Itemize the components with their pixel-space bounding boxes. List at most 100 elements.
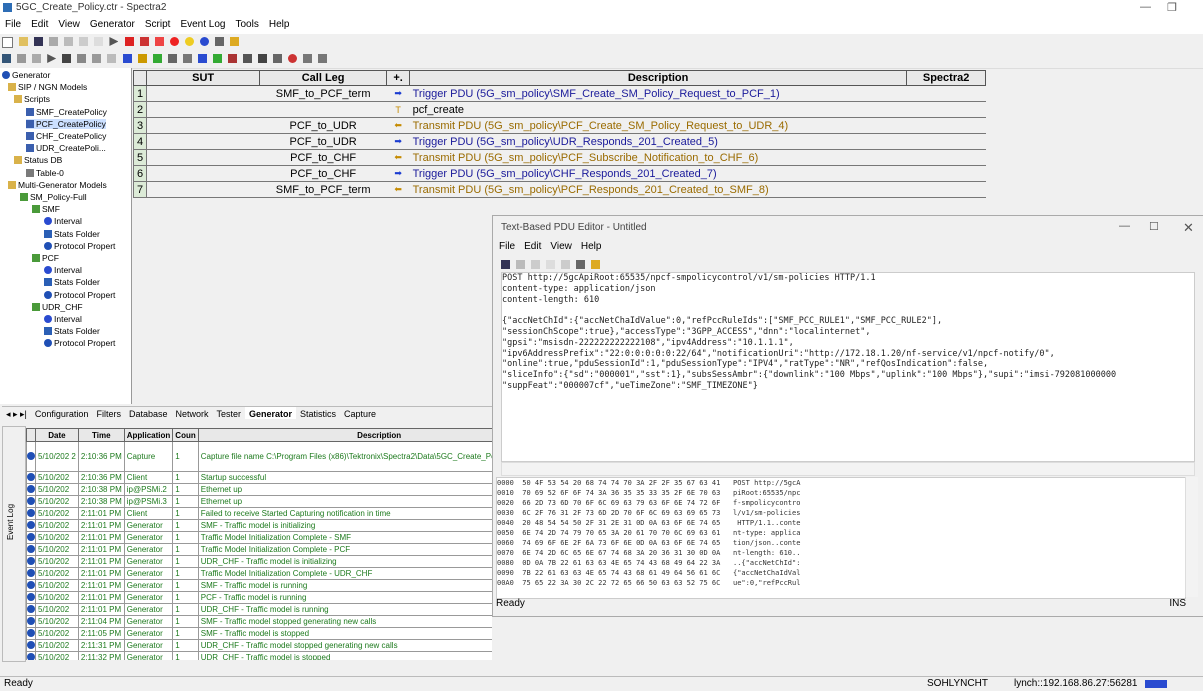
tree-item[interactable]: Multi-Generator Models (8, 180, 107, 190)
tree-item[interactable]: Protocol Propert (44, 290, 115, 300)
log-row[interactable]: 5/10/202 2:11:04 PM Generator 1 SMF - Traffi… (26, 615, 492, 628)
script-tool-icon-10[interactable] (212, 54, 222, 63)
script-tool-icon-15[interactable] (303, 54, 313, 63)
script-tool-icon-9[interactable] (197, 54, 207, 63)
script-tool-icon-6[interactable] (107, 54, 117, 63)
pdu-text-editor[interactable]: POST http://5gcApiRoot:65535/npcf-smpoli… (501, 272, 1195, 462)
tree-item[interactable]: UDR_CreatePoli... (26, 143, 106, 153)
pdu-menu-file[interactable]: File (499, 241, 515, 252)
paste-icon[interactable] (79, 37, 89, 46)
log-row[interactable]: 5/10/202 2:11:01 PM Generator 1 Traffic Mode… (26, 531, 492, 544)
menu-help[interactable]: Help (264, 17, 295, 30)
tree-item[interactable]: Stats Folder (44, 229, 100, 239)
call-row[interactable]: 1 SMF_to_PCF_term ➡ Trigger PDU (5G_sm_poli… (132, 85, 986, 102)
menu-tools[interactable]: Tools (231, 17, 264, 30)
tree-item[interactable]: Protocol Propert (44, 338, 115, 348)
pdu-help-icon[interactable] (591, 260, 601, 269)
script-tool-icon-7[interactable] (167, 54, 177, 63)
script-tool-icon-12[interactable] (243, 54, 252, 63)
log-row[interactable]: 5/10/202 2:11:01 PM Generator 1 Traffic Mode… (26, 567, 492, 580)
tree-item[interactable]: PCF_CreatePolicy (26, 118, 106, 129)
call-row[interactable]: 4 PCF_to_UDR ➡ Trigger PDU (5G_sm_policy\UD… (132, 133, 986, 150)
log-row[interactable]: 5/10/202 2:11:01 PM Generator 1 Traffic Mode… (26, 543, 492, 556)
menu-file[interactable]: File (0, 17, 26, 30)
menu-edit[interactable]: Edit (26, 17, 53, 30)
tab-database[interactable]: Database (125, 407, 172, 419)
pause-icon[interactable] (62, 54, 72, 63)
script-tool-icon-3[interactable] (32, 54, 42, 63)
log-application-header[interactable]: Application (123, 428, 174, 442)
script-tool-icon-8[interactable] (182, 54, 192, 63)
tab-statistics[interactable]: Statistics (296, 407, 340, 419)
log-row[interactable]: 5/10/202 2:11:01 PM Generator 1 SMF - Traffi… (26, 579, 492, 592)
script-tool-icon-14[interactable] (273, 54, 283, 63)
pdu-menu-edit[interactable]: Edit (524, 241, 541, 252)
pdu-maximize-icon[interactable]: ☐ (1149, 220, 1159, 233)
log-row[interactable]: 5/10/202 2:11:01 PM Generator 1 UDR_CHF - Tr… (26, 603, 492, 616)
log-row[interactable]: 5/10/202 2:11:01 PM Client 1 Failed to recei… (26, 507, 492, 520)
pdu-menu-view[interactable]: View (550, 241, 572, 252)
new-icon[interactable] (2, 37, 13, 48)
open-icon[interactable] (19, 37, 29, 46)
log-row[interactable]: 5/10/202 2:11:01 PM Generator 1 PCF - Traffi… (26, 591, 492, 604)
menu-event-log[interactable]: Event Log (175, 17, 230, 30)
tab-tester[interactable]: Tester (213, 407, 246, 419)
save-icon[interactable] (34, 37, 44, 46)
cut-icon[interactable] (49, 37, 59, 46)
pdu-cut-icon[interactable] (516, 260, 526, 269)
tree-item[interactable]: SIP / NGN Models (8, 82, 87, 92)
print-icon[interactable] (214, 37, 224, 46)
tree-item[interactable]: SMF_CreatePolicy (26, 107, 107, 117)
log-row[interactable]: 5/10/202 2:10:36 PM Client 1 Startup success… (26, 471, 492, 484)
tree-item[interactable]: Status DB (14, 155, 62, 165)
script-tool-icon-2[interactable] (17, 54, 27, 63)
red-light-icon[interactable] (169, 37, 179, 46)
pdu-undo-icon[interactable] (561, 260, 571, 269)
log-row[interactable]: 5/10/202 2:11:01 PM Generator 1 SMF - Traffi… (26, 519, 492, 532)
log-row[interactable]: 5/10/202 2:11:05 PM Generator 1 SMF - Traffi… (26, 627, 492, 640)
call-leg-header[interactable]: Call Leg (259, 70, 388, 86)
script-tool-icon-13[interactable] (258, 54, 268, 63)
pdu-save-icon[interactable] (501, 260, 510, 269)
tab-filters[interactable]: Filters (92, 407, 125, 419)
tab-configuration[interactable]: Configuration (31, 407, 93, 419)
call-row[interactable]: 2 Tpcf_create (132, 101, 986, 118)
arrow-left-icon[interactable] (137, 54, 147, 63)
menu-generator[interactable]: Generator (85, 17, 140, 30)
call-row[interactable]: 3 PCF_to_UDR ⬅ Transmit PDU (5G_sm_policy\P… (132, 117, 986, 134)
pdu-hex-vertical-scrollbar[interactable] (1185, 477, 1198, 597)
log-date-header[interactable]: Date (35, 428, 79, 442)
log-row[interactable]: 5/10/202 2:11:31 PM Generator 1 UDR_CHF - Tr… (26, 639, 492, 652)
script-tool-icon-5[interactable] (92, 54, 102, 63)
tree-item[interactable]: Stats Folder (44, 277, 100, 287)
capture-icon[interactable] (154, 37, 164, 46)
script-tool-icon-11[interactable] (227, 54, 237, 63)
pdu-print-icon[interactable] (576, 260, 586, 269)
minimize-icon[interactable]: — (1140, 1, 1151, 13)
sut-header[interactable]: SUT (146, 70, 261, 86)
info-icon[interactable] (199, 37, 209, 46)
yellow-light-icon[interactable] (184, 37, 194, 46)
log-time-header[interactable]: Time (77, 428, 125, 442)
tree-item[interactable]: Scripts (14, 94, 50, 104)
no-entry-icon[interactable] (288, 54, 298, 63)
timer-icon[interactable] (152, 54, 162, 63)
tree-item[interactable]: SMF (32, 204, 60, 214)
tree-item[interactable]: UDR_CHF (32, 302, 83, 312)
tab-capture[interactable]: Capture (340, 407, 380, 419)
tree-item[interactable]: CHF_CreatePolicy (26, 131, 106, 141)
step-icon[interactable] (47, 54, 57, 63)
copy-icon[interactable] (64, 37, 74, 46)
log-description-header[interactable]: Description (197, 428, 492, 442)
log-row[interactable]: 5/10/202 2:11:32 PM Generator 1 UDR_CHF - Tr… (26, 651, 492, 660)
pdu-minimize-icon[interactable]: — (1119, 220, 1130, 232)
pdu-hex-view[interactable]: 0000 50 4F 53 54 20 68 74 74 70 3A 2F 2F… (496, 477, 1186, 599)
pdu-close-icon[interactable]: ✕ (1183, 220, 1194, 236)
tree-item[interactable]: Stats Folder (44, 326, 100, 336)
arrow-right-icon[interactable] (122, 54, 132, 63)
tab-generator[interactable]: Generator (245, 407, 297, 419)
tab-network[interactable]: Network (171, 407, 212, 419)
log-count-header[interactable]: Coun (172, 428, 199, 442)
menu-view[interactable]: View (53, 17, 85, 30)
call-row[interactable]: 7 SMF_to_PCF_term ⬅ Transmit PDU (5G_sm_pol… (132, 181, 986, 198)
